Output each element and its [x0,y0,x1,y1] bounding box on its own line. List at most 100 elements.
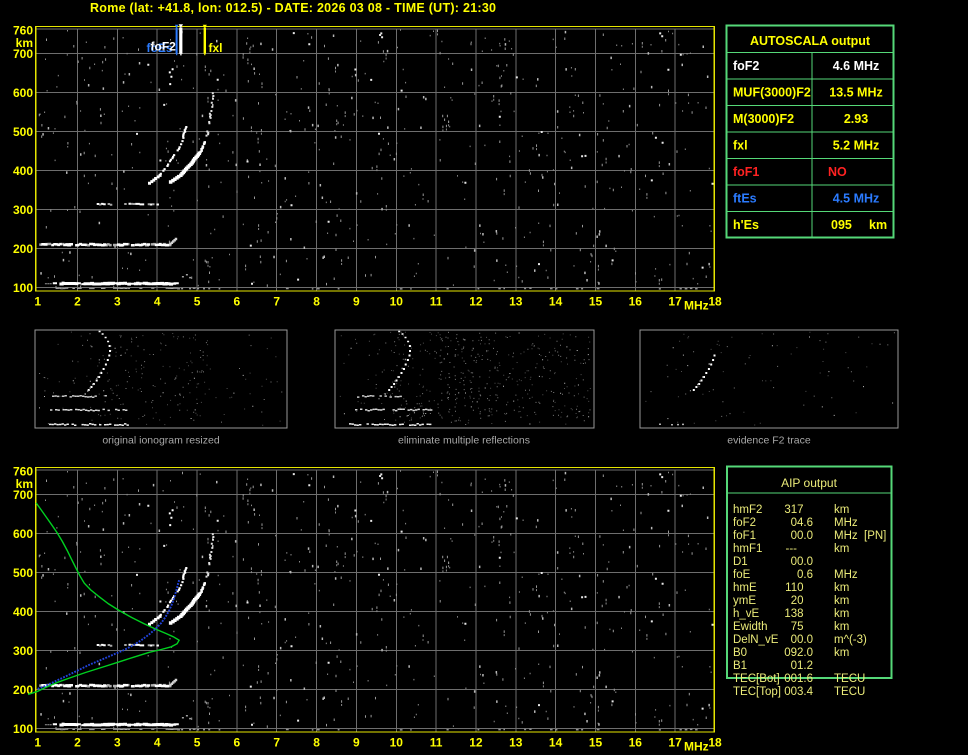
svg-text:317: 317 [784,504,803,516]
svg-text:TECU: TECU [834,686,865,698]
svg-text:11: 11 [430,736,443,750]
svg-text:foF1: foF1 [733,530,756,542]
svg-text:foF2: foF2 [733,59,759,73]
svg-text:13: 13 [509,736,523,750]
svg-text:600: 600 [13,527,33,541]
svg-text:9: 9 [353,295,360,309]
svg-text:TEC[Bot]: TEC[Bot] [733,673,780,685]
svg-text:17: 17 [668,295,682,309]
svg-text:hmE: hmE [733,582,757,594]
svg-text:500: 500 [13,566,33,580]
svg-text:20: 20 [791,595,804,607]
svg-text:200: 200 [13,242,33,256]
svg-text:00.0: 00.0 [791,556,813,568]
svg-text:8: 8 [313,295,320,309]
svg-text:5: 5 [194,295,201,309]
svg-text:MHz: MHz [834,569,858,581]
svg-text:16: 16 [629,295,643,309]
svg-text:10: 10 [390,736,404,750]
svg-text:4.5 MHz: 4.5 MHz [833,192,880,206]
svg-text:16: 16 [629,736,643,750]
svg-text:7: 7 [273,736,280,750]
svg-text:2: 2 [74,736,81,750]
svg-text:00.0: 00.0 [791,530,813,542]
svg-text:foF1: foF1 [733,165,759,179]
svg-text:4.6 MHz: 4.6 MHz [833,59,880,73]
svg-text:km: km [834,621,849,633]
svg-text:km: km [834,608,849,620]
svg-text:13: 13 [509,295,523,309]
svg-text:km: km [834,504,849,516]
svg-text:15: 15 [589,736,603,750]
svg-text:0.6: 0.6 [797,569,813,581]
svg-text:2: 2 [74,295,81,309]
svg-text:km: km [834,582,849,594]
svg-text:14: 14 [549,736,563,750]
svg-text:6: 6 [234,295,241,309]
svg-text:evidence F2 trace: evidence F2 trace [727,435,811,447]
svg-text:12: 12 [469,295,483,309]
svg-text:MHz: MHz [684,299,709,313]
svg-text:100: 100 [13,281,33,295]
svg-text:B0: B0 [733,647,747,659]
svg-text:foE: foE [733,569,751,581]
svg-text:---: --- [786,543,798,555]
svg-text:TEC[Top]: TEC[Top] [733,686,781,698]
svg-text:138: 138 [784,608,803,620]
svg-text:NO: NO [828,165,847,179]
svg-text:5: 5 [194,736,201,750]
svg-text:fxl: fxl [209,41,223,55]
svg-text:8: 8 [313,736,320,750]
svg-text:h_vE: h_vE [733,608,760,620]
svg-text:003.4: 003.4 [784,686,813,698]
svg-text:[PN]: [PN] [864,530,886,542]
svg-text:15: 15 [589,295,603,309]
svg-text:DelN_vE: DelN_vE [733,634,779,646]
svg-text:400: 400 [13,164,33,178]
svg-text:B1: B1 [733,660,747,672]
svg-text:600: 600 [13,86,33,100]
svg-text:TECU: TECU [834,673,865,685]
svg-text:00.0: 00.0 [791,634,813,646]
svg-text:3: 3 [114,736,121,750]
svg-text:Rome (lat: +41.8, lon: 012.5): Rome (lat: +41.8, lon: 012.5) - DATE: 20… [90,1,496,15]
svg-text:001.6: 001.6 [784,673,813,685]
svg-text:75: 75 [791,621,804,633]
svg-text:hmF1: hmF1 [733,543,762,555]
svg-text:original ionogram resized: original ionogram resized [102,435,219,447]
svg-text:MHz: MHz [684,740,709,754]
svg-text:200: 200 [13,683,33,697]
svg-text:1: 1 [34,736,41,750]
svg-text:fxl: fxl [733,139,748,153]
svg-text:km: km [869,218,887,232]
svg-text:01.2: 01.2 [791,660,813,672]
svg-text:300: 300 [13,644,33,658]
svg-text:ftEs: ftEs [733,192,757,206]
svg-text:04.6: 04.6 [791,517,813,529]
svg-text:MUF(3000)F2: MUF(3000)F2 [733,86,811,100]
svg-text:14: 14 [549,295,563,309]
svg-text:100: 100 [13,722,33,736]
svg-text:500: 500 [13,125,33,139]
svg-text:AUTOSCALA output: AUTOSCALA output [750,34,871,48]
svg-text:Ewidth: Ewidth [733,621,768,633]
svg-text:eliminate multiple reflections: eliminate multiple reflections [398,435,530,447]
svg-text:M(3000)F2: M(3000)F2 [733,112,794,126]
svg-text:10: 10 [390,295,404,309]
svg-text:D1: D1 [733,556,748,568]
svg-text:110: 110 [785,582,803,594]
svg-text:MHz: MHz [834,530,858,542]
svg-text:17: 17 [668,736,682,750]
svg-text:13.5 MHz: 13.5 MHz [829,86,883,100]
svg-text:km: km [834,543,849,555]
svg-text:MHz: MHz [834,517,858,529]
svg-text:5.2 MHz: 5.2 MHz [833,139,880,153]
svg-text:foF2: foF2 [733,517,756,529]
svg-text:092.0: 092.0 [784,647,813,659]
svg-text:300: 300 [13,203,33,217]
svg-text:m^(-3): m^(-3) [834,634,867,646]
svg-text:095: 095 [831,218,852,232]
svg-text:700: 700 [13,47,33,61]
svg-text:foF2: foF2 [151,40,177,54]
svg-text:3: 3 [114,295,121,309]
